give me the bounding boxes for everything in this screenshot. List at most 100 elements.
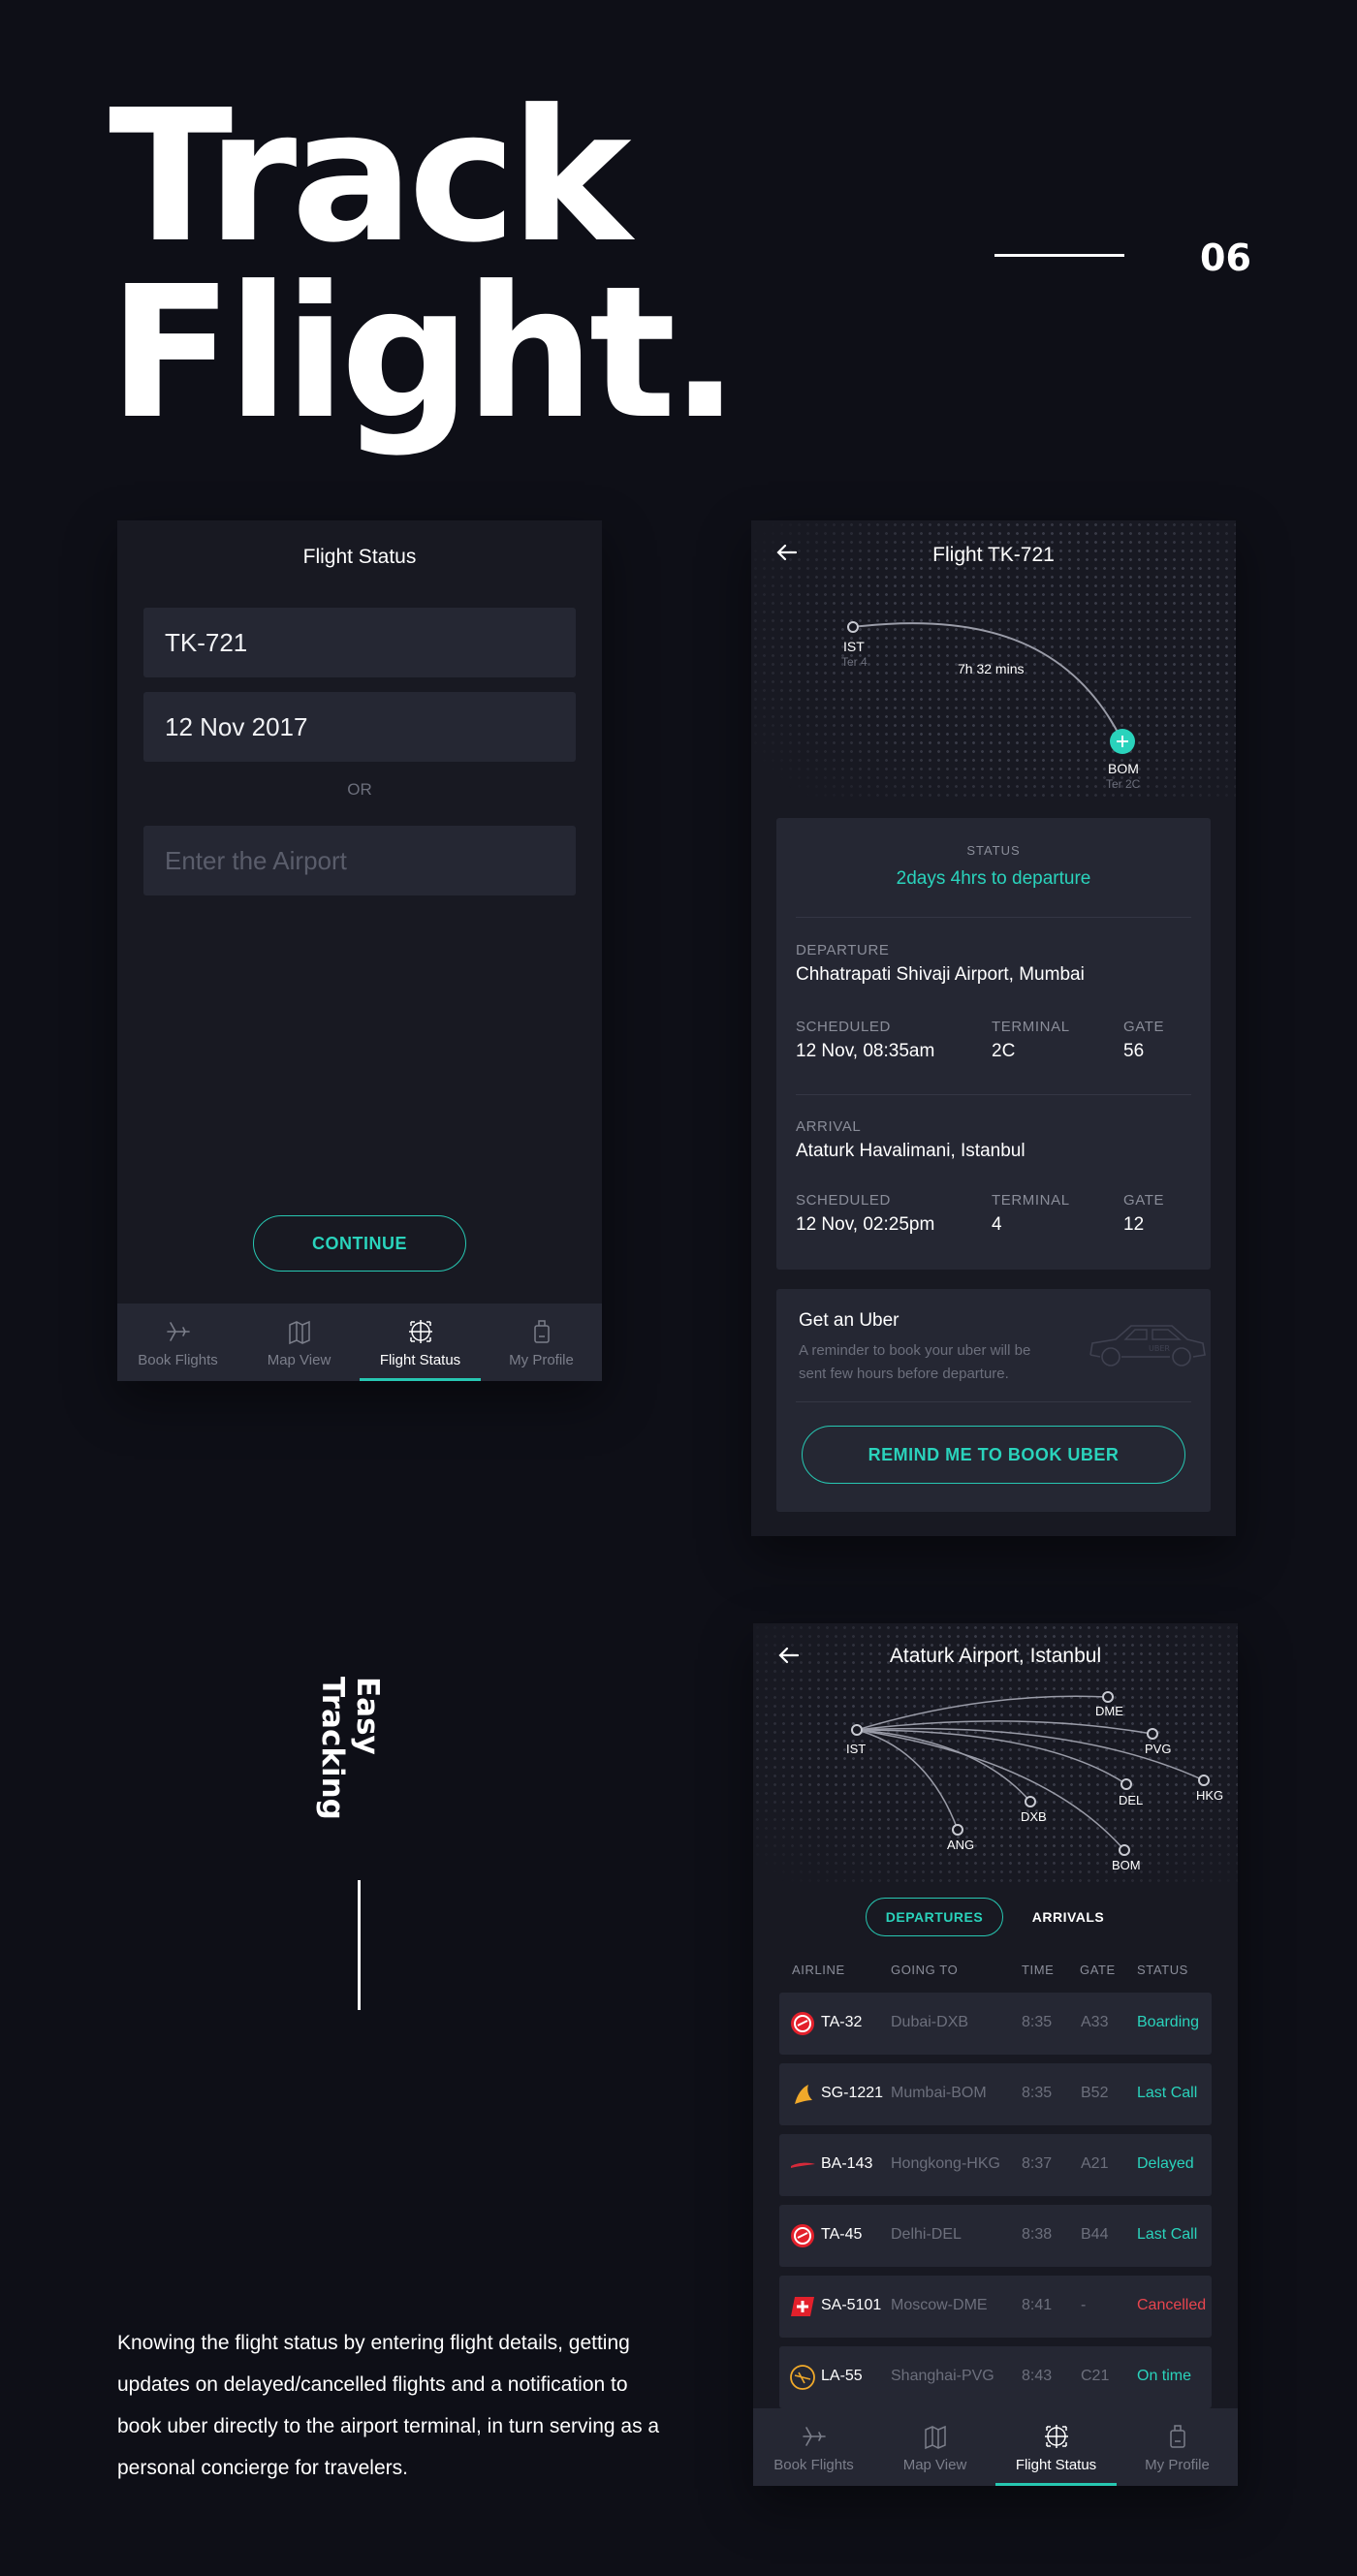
table-row[interactable]: TA-45 Delhi-DEL 8:38 B44 Last Call [779,2205,1212,2267]
radar-icon [1044,2425,1068,2448]
departure-airport: Chhatrapati Shivaji Airport, Mumbai [796,964,1085,985]
luggage-icon [533,1320,550,1343]
column-time: TIME [1022,1963,1055,1977]
flight-info-card: STATUS 2days 4hrs to departure DEPARTURE… [776,818,1211,1270]
scheduled-label: SCHEDULED [796,1019,891,1035]
car-logo-text: UBER [1149,1344,1170,1353]
departure-terminal: TERMINAL 2C [992,1019,1070,1062]
tab-my-profile[interactable]: My Profile [481,1304,602,1381]
map-label-destination: DEL [1119,1793,1144,1807]
table-header: AIRLINE GOING TO TIME GATE STATUS [753,1963,1238,1982]
departure-label: DEPARTURE [796,942,890,958]
gate: B52 [1081,2085,1109,2101]
gate-value: 12 [1123,1214,1145,1235]
departure-scheduled: SCHEDULED 12 Nov, 08:35am [796,1019,934,1062]
table-row[interactable]: BA-143 Hongkong-HKG 8:37 A21 Delayed [779,2134,1212,2196]
subtitle-line1: Easy [350,1677,385,1755]
tab-flight-status[interactable]: Flight Status [360,1304,481,1381]
destination-marker [1120,1778,1132,1790]
destination-marker [952,1824,963,1836]
hero-title-line1: Track [109,71,632,283]
gate: A21 [1081,2155,1109,2172]
tab-label: My Profile [509,1352,574,1368]
destination-terminal: Ter 2C [1106,777,1141,791]
lufthansa-logo [789,2364,816,2391]
flight-number-field[interactable]: TK-721 [143,608,576,677]
map-label-destination: DME [1095,1704,1123,1718]
flight-status: Boarding [1137,2014,1200,2030]
continue-button[interactable]: CONTINUE [253,1215,466,1272]
table-row[interactable]: TA-32 Dubai-DXB 8:35 A33 Boarding [779,1993,1212,2055]
hero-divider [994,254,1124,257]
remind-uber-button[interactable]: REMIND ME TO BOOK UBER [802,1426,1185,1484]
subtitle-line2: Tracking [315,1677,350,1820]
map-label-destination: HKG [1196,1788,1224,1803]
departure-time: 8:37 [1022,2155,1053,2172]
flight-number: SA-5101 [821,2297,882,2313]
gate: A33 [1081,2014,1109,2030]
column-going-to: GOING TO [891,1963,959,1977]
bottom-tab-bar: Book Flights Map View Flight Status My P… [117,1304,602,1381]
flight-number: LA-55 [821,2368,863,2384]
destination: Delhi-DEL [891,2226,962,2243]
terminal-label: TERMINAL [992,1019,1070,1035]
gate: C21 [1081,2368,1110,2384]
tab-map-view[interactable]: Map View [238,1304,360,1381]
flight-number: SG-1221 [821,2085,884,2101]
table-row[interactable]: SG-1221 Mumbai-BOM 8:35 B52 Last Call [779,2063,1212,2125]
radar-icon [408,1320,432,1343]
uber-card: Get an Uber A reminder to book your uber… [776,1289,1211,1512]
scheduled-value: 12 Nov, 08:35am [796,1041,935,1061]
scheduled-value: 12 Nov, 02:25pm [796,1214,935,1235]
tab-label: Map View [902,2457,967,2473]
flight-number: BA-143 [821,2155,873,2172]
terminal-value: 4 [992,1214,1002,1235]
column-airline: AIRLINE [792,1963,845,1977]
car-icon: UBER [1089,1325,1206,1367]
destination: Moscow-DME [891,2297,988,2313]
tab-flight-status[interactable]: Flight Status [995,2408,1117,2486]
table-row[interactable]: LA-55 Shanghai-PVG 8:43 C21 On time [779,2346,1212,2408]
tab-my-profile[interactable]: My Profile [1117,2408,1238,2486]
tab-book-flights[interactable]: Book Flights [117,1304,238,1381]
status-label: STATUS [966,843,1021,858]
column-gate: GATE [1080,1963,1116,1977]
map-icon [924,2425,946,2450]
flight-status: Delayed [1137,2155,1194,2172]
destination: Mumbai-BOM [891,2085,987,2101]
airport-input[interactable]: Enter the Airport [143,826,576,895]
airport-departures-screen: IST DME PVG HKG DEL DXB ANG BOM Ataturk … [753,1623,1238,2486]
arrival-gate: GATE 12 [1123,1192,1164,1236]
table-row[interactable]: SA-5101 Moscow-DME 8:41 - Cancelled [779,2276,1212,2338]
turkish-airlines-logo [789,2222,816,2249]
gate: - [1081,2297,1087,2313]
scheduled-label: SCHEDULED [796,1192,891,1209]
map-label-destination: PVG [1145,1742,1172,1756]
flight-status: Cancelled [1137,2297,1207,2313]
route-line [856,1729,1127,1785]
origin-code: IST [843,639,865,654]
bottom-tab-bar: Book Flights Map View Flight Status My P… [753,2408,1238,2486]
origin-marker [851,1724,863,1736]
luggage-icon [1169,2425,1185,2448]
map-label-destination: ANG [947,1838,975,1852]
uber-text-line: sent few hours before departure. [799,1366,1009,1382]
tab-map-view[interactable]: Map View [874,2408,995,2486]
destination-code: BOM [1108,761,1139,776]
british-airways-logo [789,2152,816,2179]
map-label-destination: DXB [1021,1809,1047,1824]
departure-time: 8:38 [1022,2226,1053,2243]
date-field[interactable]: 12 Nov 2017 [143,692,576,762]
arrival-section: ARRIVAL Ataturk Havalimani, Istanbul [796,1118,1026,1162]
tab-label: My Profile [1145,2457,1210,2473]
departure-time: 8:35 [1022,2014,1053,2030]
status-value: 2days 4hrs to departure [896,868,1091,889]
tab-departures[interactable]: DEPARTURES [866,1898,1003,1936]
uber-text-line: A reminder to book your uber will be [799,1342,1031,1359]
tab-book-flights[interactable]: Book Flights [753,2408,874,2486]
section-subtitle: Easy Tracking [315,1677,385,1820]
gate-label: GATE [1123,1019,1165,1035]
terminal-label: TERMINAL [992,1192,1070,1209]
departure-time: 8:41 [1022,2297,1053,2313]
tab-arrivals[interactable]: ARRIVALS [1015,1898,1121,1936]
